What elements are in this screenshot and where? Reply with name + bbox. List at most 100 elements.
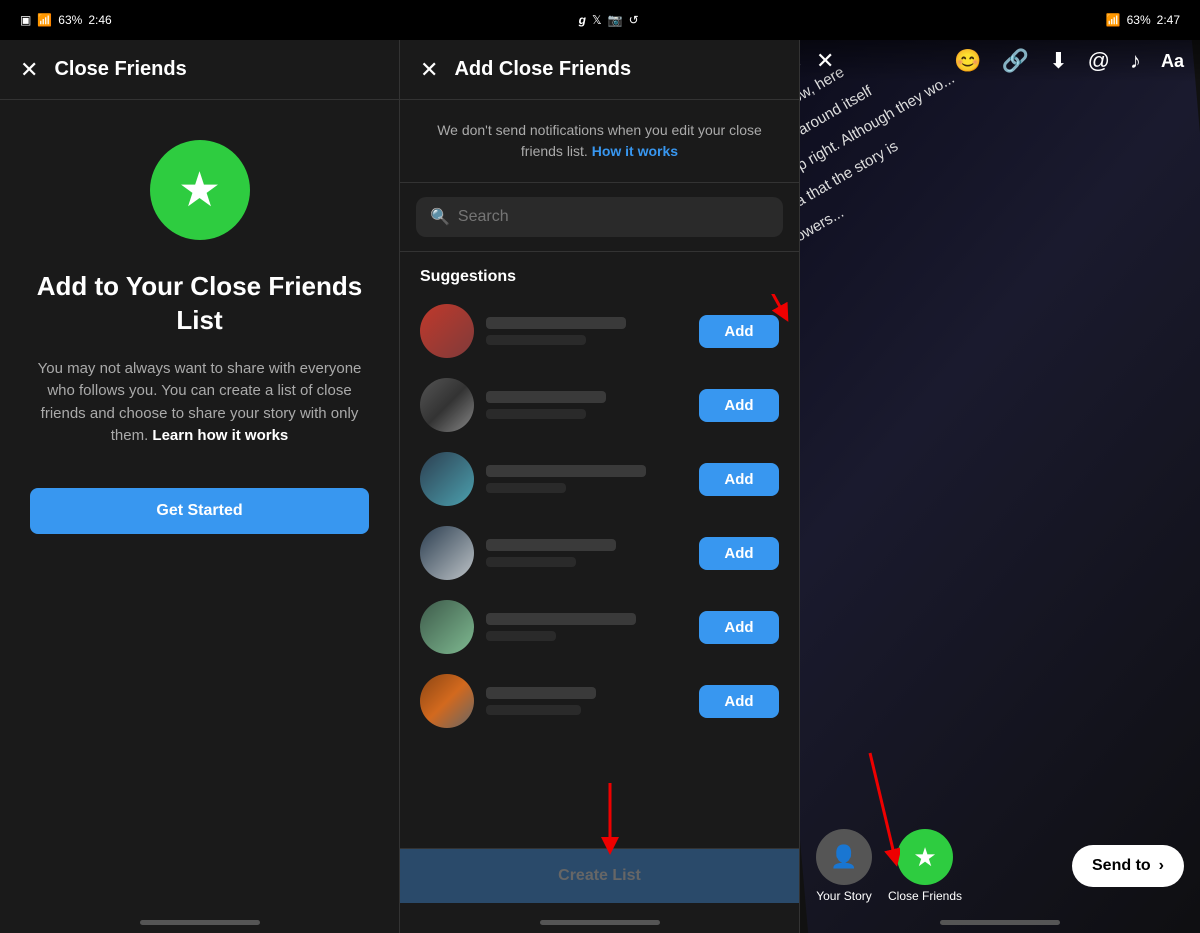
home-bar-1 [140,920,260,925]
panel2-notice: We don't send notifications when you edi… [400,100,799,183]
story-icons: 😊 🔗 ⬇ @ ♪ Aa [954,48,1184,74]
suggestions-label: Suggestions [400,252,799,294]
avatar-6 [420,674,474,728]
music-icon[interactable]: ♪ [1130,48,1141,74]
red-arrow-3 [820,748,900,868]
panel2-title: Add Close Friends [454,58,631,81]
panel2-header: ✕ Add Close Friends [400,40,799,100]
user-info-5 [486,613,687,641]
panel1-header: ✕ Close Friends [0,40,399,100]
panel2-inner: We don't send notifications when you edi… [400,100,799,933]
user-info-1 [486,317,687,345]
get-started-button[interactable]: Get Started [30,488,369,534]
panel-story: Close friends feature, you could add the… [800,40,1200,933]
camera-icon: 📷 [608,13,623,27]
close-friends-avatar: ★ [897,829,953,885]
story-top-bar: ✕ 😊 🔗 ⬇ @ ♪ Aa [800,40,1200,82]
home-indicator-1 [0,903,399,933]
suggestion-item-3: Add [400,442,799,516]
emoji-icon[interactable]: 😊 [954,48,981,74]
avatar-2 [420,378,474,432]
username-line-4 [486,539,616,551]
suggestion-item-5: Add [400,590,799,664]
username-line-2 [486,391,606,403]
panel-add-close-friends: ✕ Add Close Friends We don't send notifi… [400,40,800,933]
user-info-2 [486,391,687,419]
avatar-5 [420,600,474,654]
avatar-4 [420,526,474,580]
add-button-2[interactable]: Add [699,389,779,422]
subname-line-5 [486,631,556,641]
subname-line-6 [486,705,581,715]
red-arrow-2 [570,778,650,858]
story-close-button[interactable]: ✕ [816,48,834,74]
battery-right: 63% [1127,13,1151,27]
twitter-icon: 𝕏 [592,13,602,27]
g-icon: g [579,13,586,27]
status-right: 📶 63% 2:47 [1106,13,1180,27]
red-arrow-1 [719,294,799,324]
username-line-6 [486,687,596,699]
search-icon: 🔍 [430,207,450,227]
search-container: 🔍 [400,183,799,252]
time-left: 2:46 [88,13,111,27]
download-icon[interactable]: ⬇ [1049,48,1067,74]
suggestion-item-1: Add [400,294,799,368]
panel1-body: ★ Add to Your Close Friends List You may… [0,100,399,903]
username-line-1 [486,317,626,329]
search-input[interactable] [458,208,769,226]
home-indicator-3 [800,903,1200,933]
panel1-heading: Add to Your Close Friends List [30,270,369,338]
subname-line-4 [486,557,576,567]
panel1-close-button[interactable]: ✕ [20,57,38,83]
time-right: 2:47 [1157,13,1180,27]
avatar-1 [420,304,474,358]
subname-line-2 [486,409,586,419]
link-icon[interactable]: 🔗 [1002,48,1029,74]
subname-line-3 [486,483,566,493]
username-line-3 [486,465,646,477]
add-button-3[interactable]: Add [699,463,779,496]
search-box: 🔍 [416,197,783,237]
main-content: ✕ Close Friends ★ Add to Your Close Frie… [0,40,1200,933]
add-button-4[interactable]: Add [699,537,779,570]
star-circle: ★ [150,140,250,240]
star-icon: ★ [178,162,221,218]
learn-link[interactable]: Learn how it works [152,427,288,444]
suggestion-item-2: Add [400,368,799,442]
wifi-icon: ▣ [20,13,31,27]
suggestion-item-4: Add [400,516,799,590]
red-arrow-3-wrapper [820,748,900,873]
home-indicator-2 [400,903,799,933]
username-line-5 [486,613,636,625]
panel1-title: Close Friends [54,58,186,81]
create-list-wrapper: Create List [400,848,799,903]
avatar-3 [420,452,474,506]
user-info-6 [486,687,687,715]
home-bar-2 [540,920,660,925]
panel1-description: You may not always want to share with ev… [30,358,369,448]
your-story-label: Your Story [816,889,872,903]
text-size-icon[interactable]: Aa [1161,51,1184,72]
subname-line-1 [486,335,586,345]
suggestion-item-6: Add [400,664,799,738]
add-button-5[interactable]: Add [699,611,779,644]
mention-icon[interactable]: @ [1088,48,1110,74]
send-to-label: Send to [1092,857,1151,875]
panel2-close-button[interactable]: ✕ [420,57,438,83]
add-button-6[interactable]: Add [699,685,779,718]
send-to-button[interactable]: Send to › [1072,845,1184,887]
battery-left: 63% [58,13,82,27]
close-friends-star-icon: ★ [913,842,936,873]
home-bar-3 [940,920,1060,925]
user-info-3 [486,465,687,493]
panel-close-friends: ✕ Close Friends ★ Add to Your Close Frie… [0,40,400,933]
status-bar: ▣ 📶 63% 2:46 g 𝕏 📷 ↺ 📶 63% 2:47 [0,0,1200,40]
how-it-works-link[interactable]: How it works [592,143,678,159]
chevron-right-icon: › [1159,857,1164,875]
status-center: g 𝕏 📷 ↺ [579,13,639,27]
suggestions-list: Add [400,294,799,848]
user-info-4 [486,539,687,567]
signal-icon: 📶 [37,13,52,27]
arrow-icon: ↺ [629,13,639,27]
